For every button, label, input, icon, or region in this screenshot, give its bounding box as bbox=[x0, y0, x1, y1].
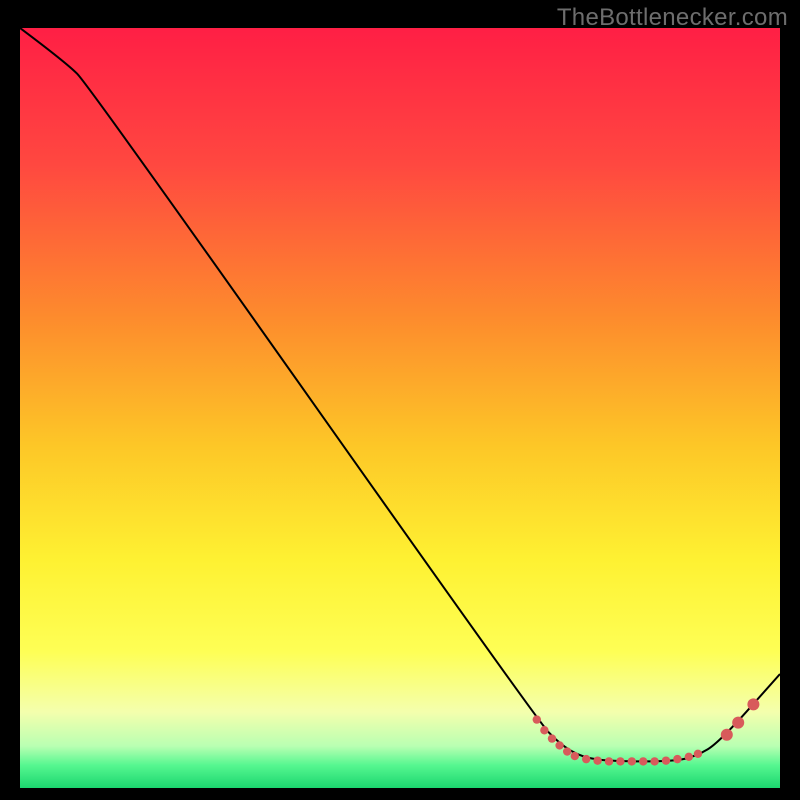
plot-area bbox=[20, 28, 780, 788]
marker-dot bbox=[571, 752, 579, 760]
marker-dot bbox=[639, 757, 647, 765]
marker-dot bbox=[533, 715, 541, 723]
marker-dot bbox=[732, 717, 744, 729]
marker-dot bbox=[673, 755, 681, 763]
marker-dot bbox=[605, 757, 613, 765]
watermark-label: TheBottlenecker.com bbox=[557, 4, 788, 32]
marker-dot bbox=[662, 756, 670, 764]
marker-dot bbox=[548, 734, 556, 742]
chart-frame: TheBottlenecker.com bbox=[0, 0, 800, 800]
marker-dot bbox=[650, 757, 658, 765]
marker-dot bbox=[563, 747, 571, 755]
marker-dot bbox=[685, 753, 693, 761]
marker-dot bbox=[593, 756, 601, 764]
marker-dot bbox=[616, 757, 624, 765]
marker-dot bbox=[628, 757, 636, 765]
gradient-background bbox=[20, 28, 780, 788]
marker-dot bbox=[540, 726, 548, 734]
chart-svg bbox=[20, 28, 780, 788]
marker-dot bbox=[747, 698, 759, 710]
marker-dot bbox=[694, 750, 702, 758]
marker-dot bbox=[555, 741, 563, 749]
marker-dot bbox=[582, 755, 590, 763]
marker-dot bbox=[721, 729, 733, 741]
